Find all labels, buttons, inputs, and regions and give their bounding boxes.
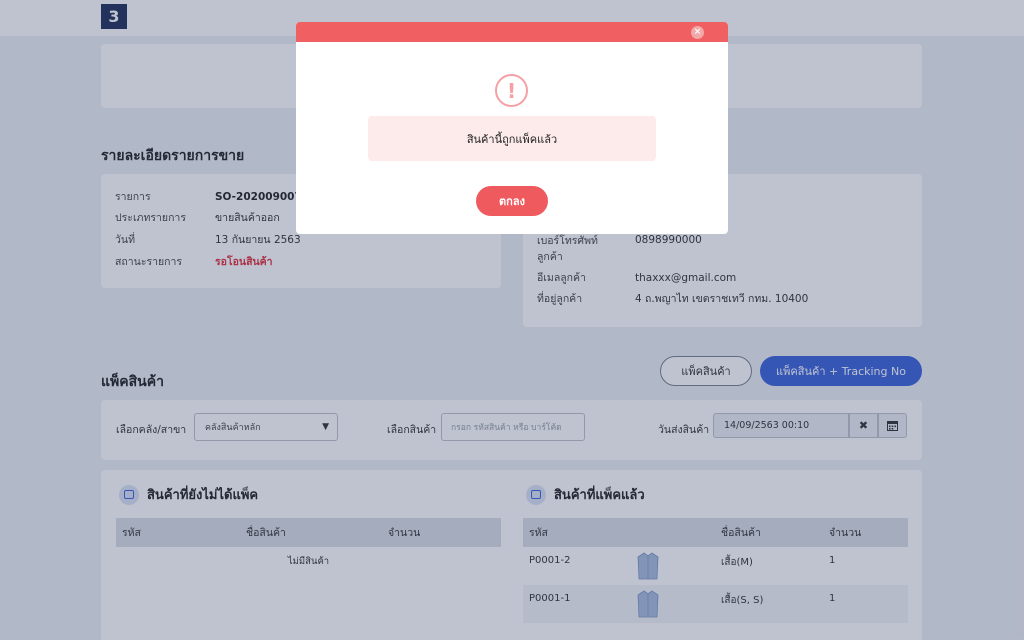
ok-button[interactable]: ตกลง — [476, 186, 548, 216]
modal-header — [296, 22, 728, 42]
close-modal-button[interactable]: × — [691, 26, 704, 39]
alert-message: สินค้านี้ถูกแพ็คแล้ว — [368, 116, 656, 161]
close-icon: × — [693, 27, 702, 37]
warning-icon: ! — [495, 74, 528, 107]
alert-modal: × ! สินค้านี้ถูกแพ็คแล้ว ตกลง — [296, 22, 728, 234]
